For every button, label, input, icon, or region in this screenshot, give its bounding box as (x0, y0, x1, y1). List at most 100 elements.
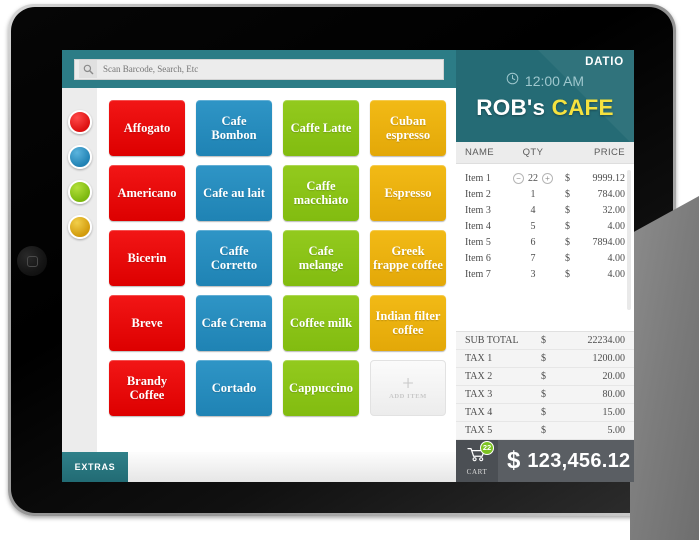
receipt-item-row[interactable]: Item 3 4 $32.00 (456, 202, 634, 218)
total-value: 5.00 (607, 425, 626, 436)
item-price-cell: $7894.00 (563, 237, 625, 248)
total-row: TAX 1 $1200.00 (456, 350, 634, 368)
product-tile[interactable]: Cappuccino (283, 360, 359, 416)
product-tile[interactable]: Greek frappe coffee (370, 230, 446, 286)
item-qty: 3 (530, 268, 536, 280)
item-qty-cell: 3 (503, 269, 563, 280)
currency-symbol: $ (565, 252, 570, 264)
column-header-qty: QTY (522, 147, 544, 158)
cart-label: CART (466, 467, 488, 476)
currency-symbol: $ (541, 353, 546, 364)
currency-symbol: $ (541, 335, 546, 346)
item-price: 4.00 (607, 220, 626, 232)
item-price: 32.00 (602, 204, 626, 216)
product-tile[interactable]: Caffe macchiato (283, 165, 359, 221)
total-label: TAX 3 (465, 389, 493, 400)
product-tile[interactable]: Brandy Coffee (109, 360, 185, 416)
cart-button[interactable]: 22 CART (456, 440, 498, 482)
product-tile[interactable]: Bicerin (109, 230, 185, 286)
item-price-cell: $784.00 (563, 189, 625, 200)
color-filter-red[interactable] (67, 110, 92, 134)
item-name: Item 1 (465, 172, 491, 184)
receipt-item-row[interactable]: Item 4 5 $4.00 (456, 218, 634, 234)
currency-symbol: $ (541, 407, 546, 418)
total-value: 80.00 (602, 389, 626, 400)
qty-increment-button[interactable]: + (542, 172, 553, 184)
total-value-cell: $5.00 (541, 425, 625, 436)
product-tile[interactable]: Affogato (109, 100, 185, 156)
product-tile[interactable]: Americano (109, 165, 185, 221)
receipt-item-row[interactable]: Item 7 3 $4.00 (456, 266, 634, 282)
product-tile[interactable]: Caffe Corretto (196, 230, 272, 286)
product-tile[interactable]: Cortado (196, 360, 272, 416)
item-price: 9999.12 (592, 172, 626, 184)
item-qty-cell: 4 (503, 205, 563, 216)
receipt-item-row[interactable]: Item 6 7 $4.00 (456, 250, 634, 266)
item-qty-cell: 1 (503, 189, 563, 200)
product-tile[interactable]: Espresso (370, 165, 446, 221)
receipt-item-row[interactable]: Item 5 6 $7894.00 (456, 234, 634, 250)
total-value-cell: $80.00 (541, 389, 625, 400)
receipt-totals: SUB TOTAL $22234.00 TAX 1 $1200.00 TAX 2 $20.… (456, 331, 634, 440)
item-price: 4.00 (607, 268, 626, 280)
total-row: TAX 2 $20.00 (456, 368, 634, 386)
item-qty: 4 (530, 204, 536, 216)
product-tile[interactable]: Cuban espresso (370, 100, 446, 156)
item-price: 784.00 (597, 188, 626, 200)
item-name: Item 3 (465, 204, 491, 216)
total-value: 15.00 (602, 407, 626, 418)
item-price: 4.00 (607, 252, 626, 264)
shop-name-main: ROB's (476, 95, 552, 120)
currency-symbol: $ (565, 172, 570, 184)
receipt-item-row[interactable]: Item 1 −22 + $9999.12 (456, 170, 634, 186)
total-label: TAX 4 (465, 407, 493, 418)
total-row: SUB TOTAL $22234.00 (456, 332, 634, 350)
receipt-header: DATIO 12:00 AM ROB's CAFE (456, 50, 634, 142)
color-filter-yellow[interactable] (67, 215, 92, 239)
color-filter-green[interactable] (67, 180, 92, 204)
item-qty: 1 (530, 188, 536, 200)
item-name: Item 4 (465, 220, 491, 232)
total-value-cell: $22234.00 (541, 335, 625, 346)
product-tile[interactable]: Cafe Bombon (196, 100, 272, 156)
catalog-body: Affogato Cafe Bombon Caffe Latte Cuban espr… (62, 88, 456, 452)
catalog-footer: EXTRAS (62, 452, 456, 482)
item-price-cell: $32.00 (563, 205, 625, 216)
item-qty-cell: 6 (503, 237, 563, 248)
item-list-scrollbar[interactable] (627, 170, 631, 310)
item-price-cell: $4.00 (563, 221, 625, 232)
product-tile[interactable]: Indian filter coffee (370, 295, 446, 351)
search-input[interactable] (103, 64, 439, 74)
item-name: Item 5 (465, 236, 491, 248)
item-name: Item 6 (465, 252, 491, 264)
total-row: TAX 3 $80.00 (456, 386, 634, 404)
item-price-cell: $4.00 (563, 269, 625, 280)
cart-badge-count: 22 (480, 440, 494, 455)
brand-logo: DATIO (585, 56, 624, 68)
home-button[interactable] (17, 246, 47, 276)
currency-symbol: $ (541, 425, 546, 436)
product-tile[interactable]: Cafe Crema (196, 295, 272, 351)
receipt-item-row[interactable]: Item 2 1 $784.00 (456, 186, 634, 202)
catalog-pane: AffogatoCafe BombonCaffe LatteCuban espr… (62, 50, 456, 482)
product-tile[interactable]: Cafe melange (283, 230, 359, 286)
search-field[interactable] (74, 58, 444, 80)
product-tile[interactable]: Caffe Latte (283, 100, 359, 156)
product-tile[interactable]: Coffee milk (283, 295, 359, 351)
total-value-cell: $20.00 (541, 371, 625, 382)
product-tile[interactable]: Breve (109, 295, 185, 351)
receipt-column-headers: NAME QTY PRICE (456, 142, 634, 164)
extras-button[interactable]: EXTRAS (62, 452, 128, 482)
item-qty: 7 (530, 252, 536, 264)
color-filter-blue[interactable] (67, 145, 92, 169)
add-item-tile[interactable]: + ADD ITEM (370, 360, 446, 416)
tablet-stand-shadow (630, 196, 699, 540)
item-qty-cell: 7 (503, 253, 563, 264)
qty-decrement-button[interactable]: − (513, 172, 524, 184)
total-row: TAX 5 $5.00 (456, 422, 634, 440)
item-name: Item 2 (465, 188, 491, 200)
column-header-price: PRICE (593, 147, 625, 158)
tablet-screen: AffogatoCafe BombonCaffe LatteCuban espr… (62, 50, 634, 482)
clock-icon (506, 72, 519, 90)
product-tile[interactable]: Cafe au lait (196, 165, 272, 221)
